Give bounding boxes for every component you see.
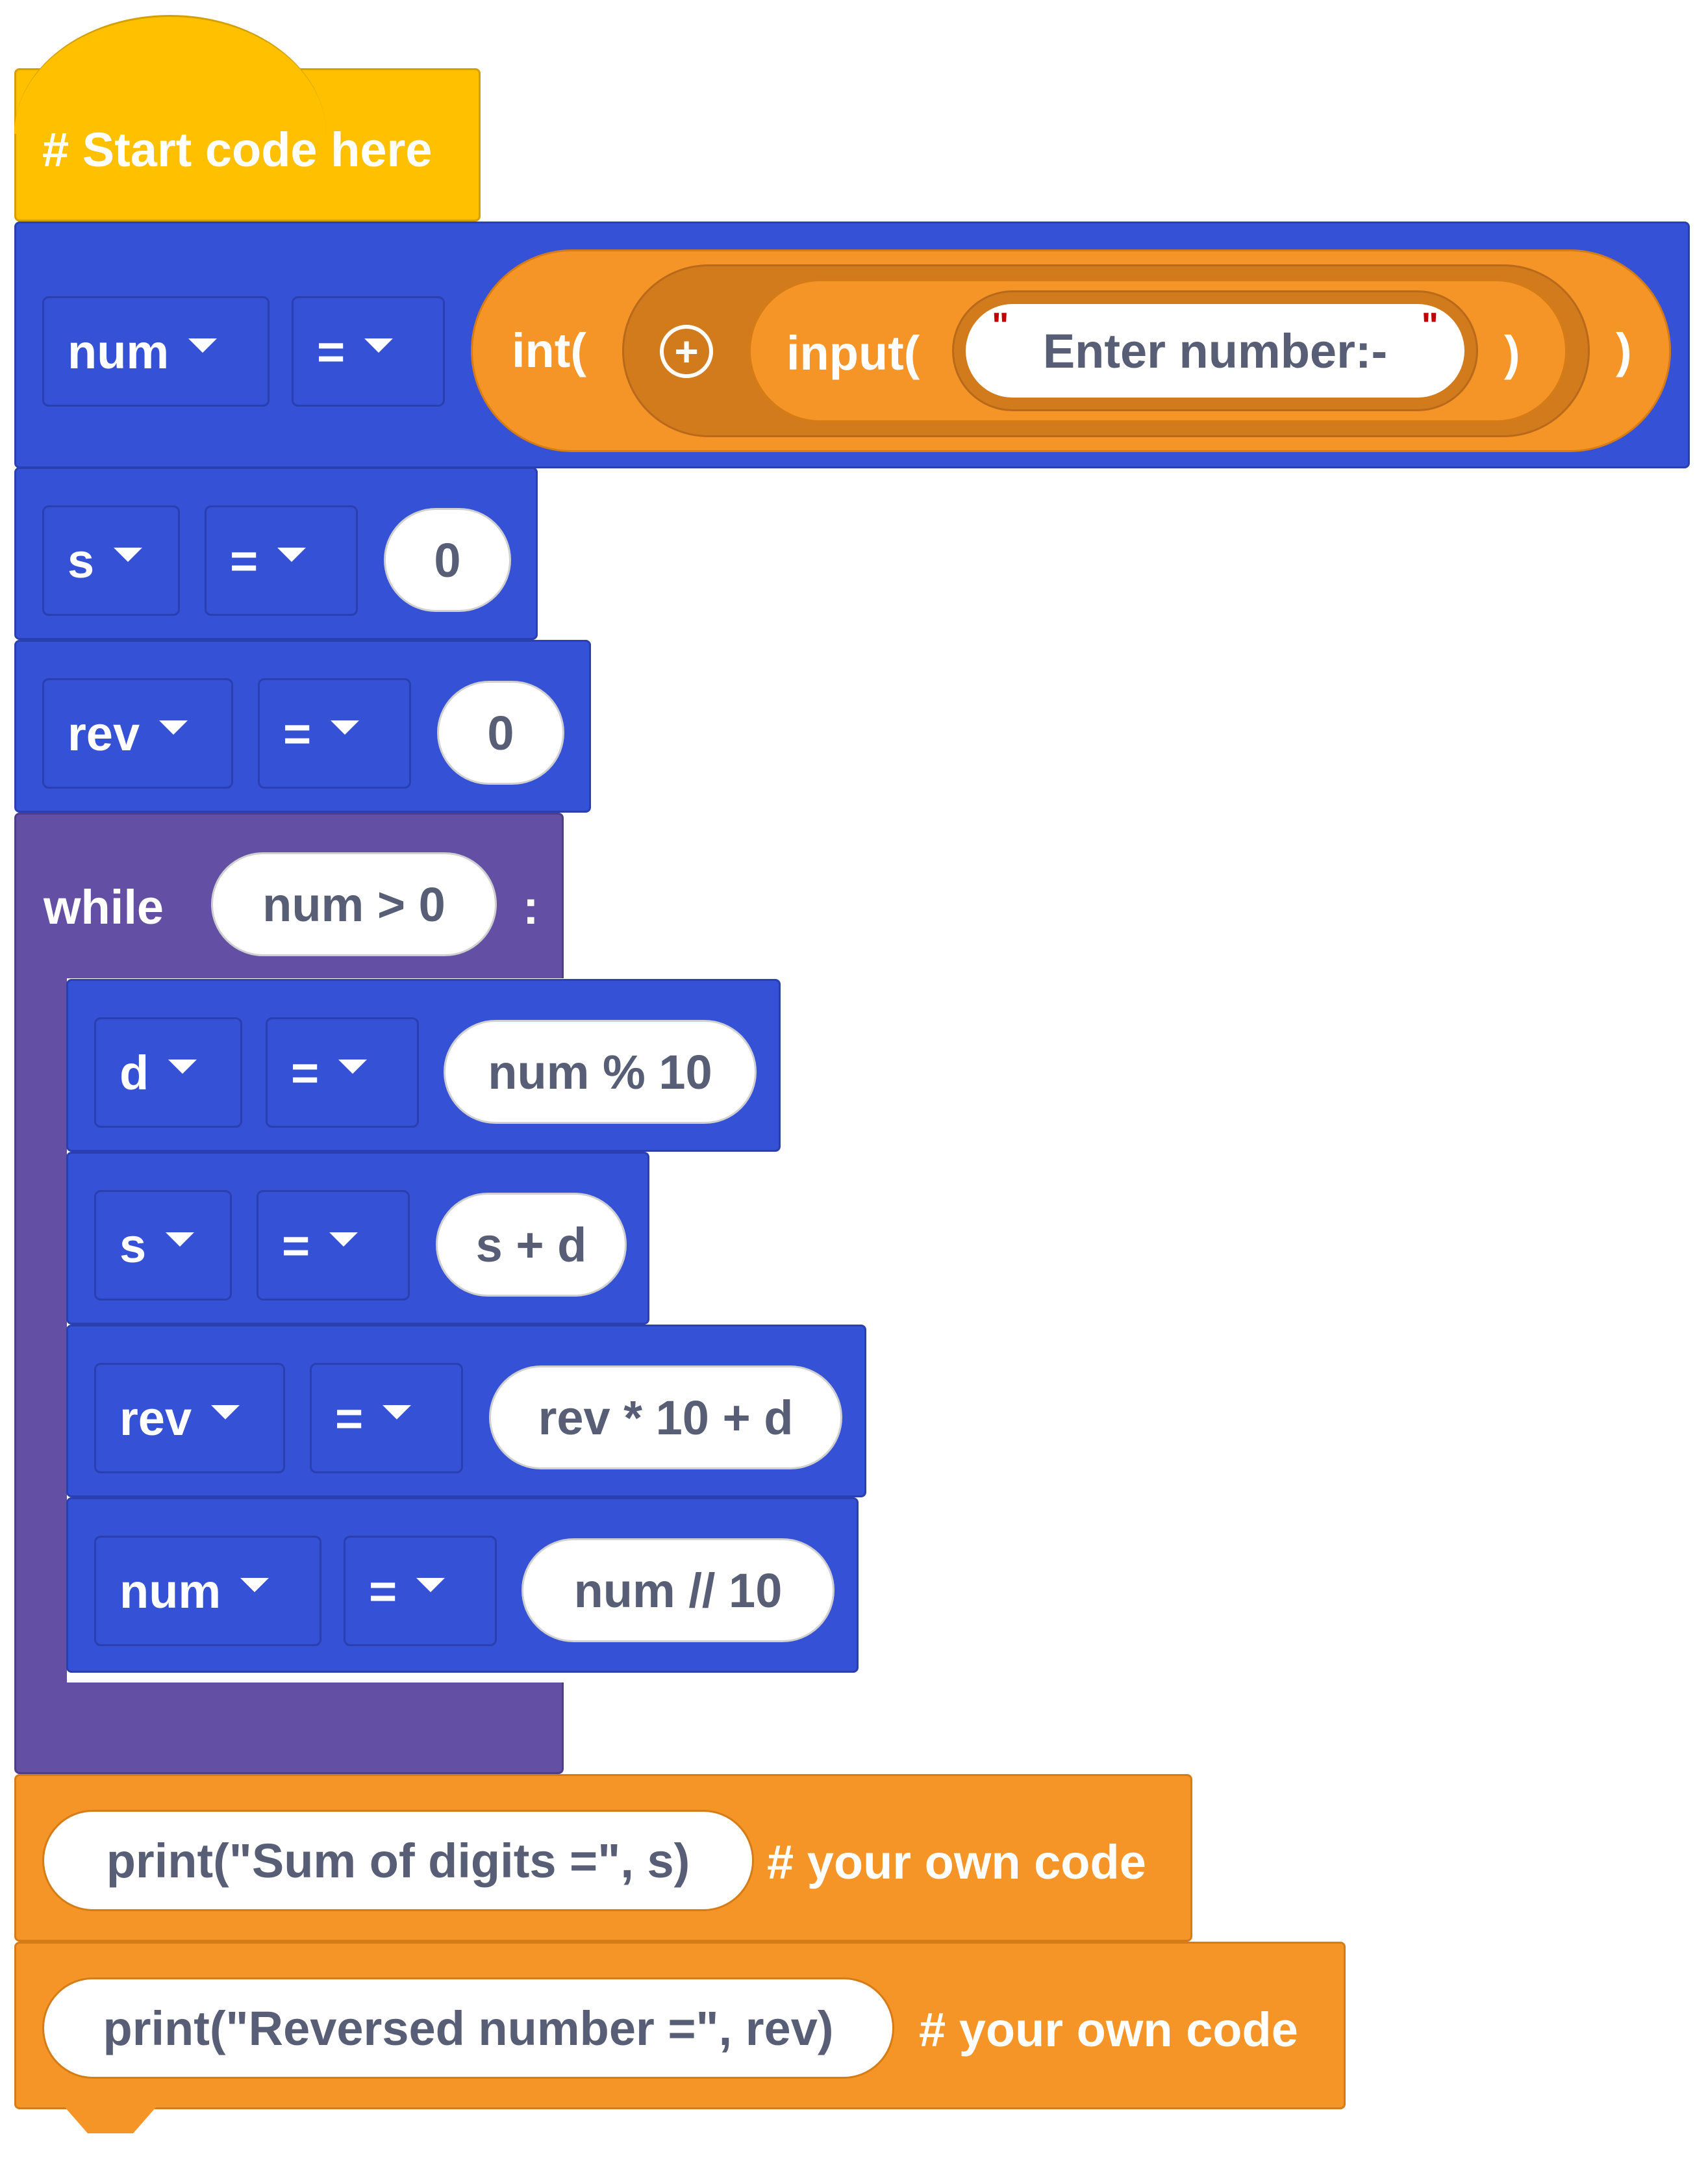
quote-close: " bbox=[1421, 305, 1438, 346]
while-condition[interactable]: num > 0 bbox=[211, 852, 497, 956]
hat-block[interactable]: # Start code here bbox=[14, 15, 481, 222]
chevron-down-icon bbox=[338, 1060, 368, 1074]
op-dropdown[interactable]: = bbox=[310, 1363, 463, 1473]
print-block-reversed[interactable]: print("Reversed number =", rev) # your o… bbox=[14, 1942, 1346, 2109]
assign-block-rev-body[interactable]: rev = rev * 10 + d bbox=[66, 1325, 866, 1497]
value-input[interactable]: rev * 10 + d bbox=[489, 1365, 842, 1469]
value-input[interactable]: 0 bbox=[437, 681, 564, 785]
var-dropdown[interactable]: s bbox=[42, 505, 180, 616]
bottom-notch bbox=[65, 2107, 156, 2133]
chevron-down-icon bbox=[240, 1578, 270, 1592]
op-dropdown[interactable]: = bbox=[258, 678, 411, 789]
chevron-down-icon bbox=[211, 1405, 240, 1419]
chevron-down-icon bbox=[188, 338, 218, 353]
value-input[interactable]: num // 10 bbox=[521, 1538, 835, 1642]
op-dropdown[interactable]: = bbox=[257, 1190, 410, 1301]
string-value: Enter number:- bbox=[1042, 324, 1388, 378]
print-comment: # your own code bbox=[767, 1835, 1146, 1889]
var-dropdown[interactable]: rev bbox=[42, 678, 233, 789]
close-paren-outer: ) bbox=[1616, 324, 1632, 377]
assign-block-num-body[interactable]: num = num // 10 bbox=[66, 1497, 859, 1673]
int-label: int( bbox=[512, 324, 587, 377]
op-dropdown[interactable]: = bbox=[292, 296, 445, 407]
print-code-input[interactable]: print("Sum of digits =", s) bbox=[42, 1810, 754, 1911]
chevron-down-icon bbox=[364, 338, 394, 353]
value-input[interactable]: 0 bbox=[384, 508, 511, 612]
print-block-sum[interactable]: print("Sum of digits =", s) # your own c… bbox=[14, 1774, 1192, 1942]
var-dropdown[interactable]: d bbox=[94, 1017, 242, 1128]
string-slot: " Enter number:- " bbox=[952, 290, 1478, 411]
op-dropdown[interactable]: = bbox=[344, 1536, 497, 1646]
int-arg-slot: + input( " Enter number:- " ) bbox=[622, 264, 1590, 437]
op-dropdown[interactable]: = bbox=[266, 1017, 419, 1128]
value-input[interactable]: num % 10 bbox=[444, 1020, 757, 1124]
chevron-down-icon bbox=[166, 1232, 195, 1247]
chevron-down-icon bbox=[331, 720, 360, 735]
chevron-down-icon bbox=[329, 1232, 358, 1247]
chevron-down-icon bbox=[416, 1578, 446, 1592]
while-colon: : bbox=[523, 880, 539, 934]
var-dropdown[interactable]: s bbox=[94, 1190, 232, 1301]
input-label: input( bbox=[786, 326, 920, 380]
print-comment: # your own code bbox=[919, 2003, 1298, 2057]
chevron-down-icon bbox=[277, 548, 307, 562]
while-keyword: while bbox=[44, 880, 164, 934]
print-code-input[interactable]: print("Reversed number =", rev) bbox=[42, 1977, 894, 2079]
op-dropdown[interactable]: = bbox=[205, 505, 358, 616]
assign-block-rev[interactable]: rev = 0 bbox=[14, 640, 591, 813]
string-input[interactable]: " Enter number:- " bbox=[966, 304, 1464, 398]
hat-bump bbox=[14, 15, 326, 134]
int-call-block[interactable]: int( + input( " Enter number:- " ) ) bbox=[471, 249, 1671, 452]
chevron-down-icon bbox=[168, 1060, 197, 1074]
chevron-down-icon bbox=[159, 720, 188, 735]
var-dropdown[interactable]: rev bbox=[94, 1363, 285, 1473]
plus-circle-icon[interactable]: + bbox=[660, 325, 713, 378]
value-input[interactable]: s + d bbox=[436, 1193, 627, 1297]
chevron-down-icon bbox=[383, 1405, 412, 1419]
hat-label: # Start code here bbox=[42, 123, 433, 177]
assign-block-d[interactable]: d = num % 10 bbox=[66, 979, 781, 1152]
var-dropdown[interactable]: num bbox=[94, 1536, 321, 1646]
chevron-down-icon bbox=[114, 548, 143, 562]
assign-block-s-body[interactable]: s = s + d bbox=[66, 1152, 649, 1325]
assign-block-num-input[interactable]: num = int( + input( " Enter number:- " )… bbox=[14, 222, 1690, 468]
close-paren-inner: ) bbox=[1504, 326, 1520, 380]
quote-open: " bbox=[992, 305, 1009, 346]
input-call-block[interactable]: input( " Enter number:- " ) bbox=[749, 279, 1567, 422]
var-dropdown[interactable]: num bbox=[42, 296, 270, 407]
assign-block-s[interactable]: s = 0 bbox=[14, 467, 538, 640]
